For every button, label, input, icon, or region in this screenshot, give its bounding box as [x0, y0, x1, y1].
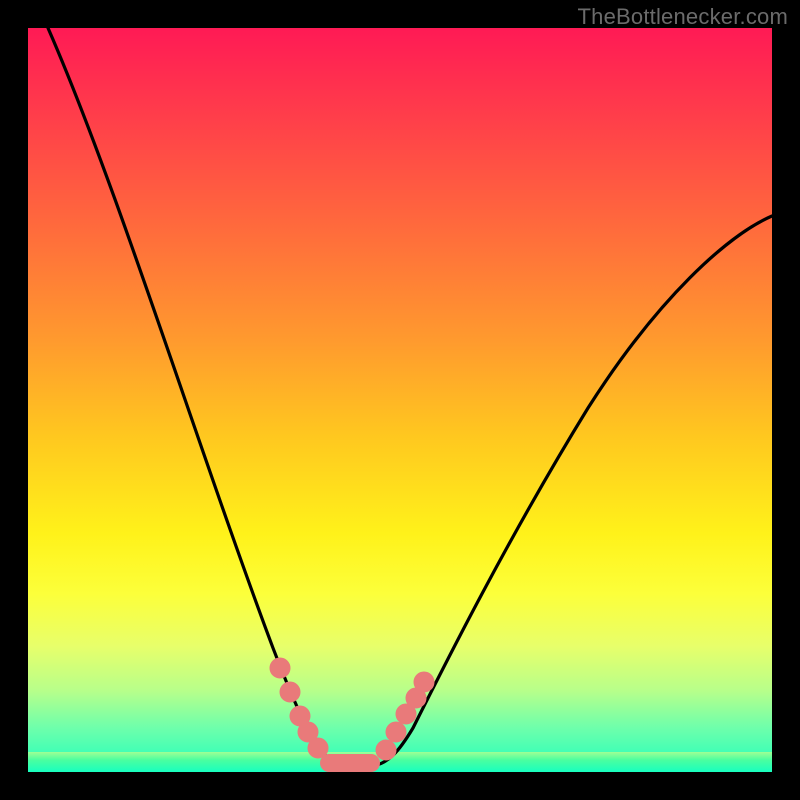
highlight-markers-left	[270, 658, 328, 758]
highlight-markers-right	[376, 672, 434, 760]
curve-path	[48, 28, 772, 767]
plot-area	[28, 28, 772, 772]
chart-container: TheBottlenecker.com	[0, 0, 800, 800]
bottleneck-curve	[28, 28, 772, 772]
watermark-text: TheBottlenecker.com	[578, 4, 788, 30]
highlight-trough-bar	[320, 754, 380, 772]
